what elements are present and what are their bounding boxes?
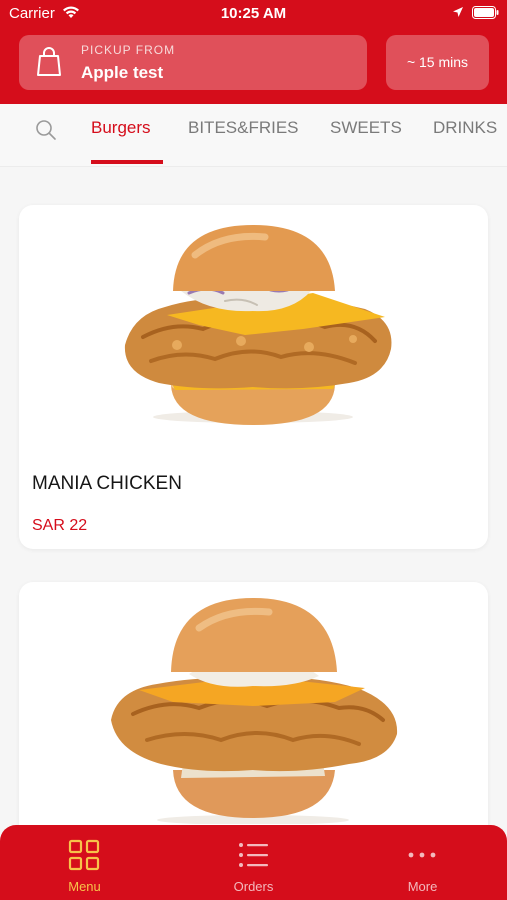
grid-icon: [68, 839, 100, 871]
tab-bar-orders-label: Orders: [233, 879, 274, 894]
bottom-tab-bar: Menu Orders More: [0, 825, 507, 900]
tab-bar-menu-label: Menu: [68, 879, 101, 894]
list-icon: [239, 843, 268, 867]
tab-burgers[interactable]: Burgers: [91, 118, 151, 138]
pickup-label: PICKUP FROM: [81, 43, 176, 57]
search-icon[interactable]: [34, 118, 58, 142]
tab-bar-orders[interactable]: Orders: [169, 825, 338, 900]
tab-bar-more-label: More: [407, 879, 438, 894]
tab-sweets[interactable]: SWEETS: [330, 118, 402, 138]
pickup-time-button[interactable]: ~ 15 mins: [386, 35, 489, 90]
tab-bites-fries[interactable]: BITES&FRIES: [188, 118, 299, 138]
status-time: 10:25 AM: [220, 5, 287, 22]
product-card[interactable]: MANIA CHICKEN SAR 22: [19, 205, 488, 549]
pickup-location-selector[interactable]: PICKUP FROM Apple test: [19, 35, 367, 90]
battery-icon: [472, 6, 499, 19]
product-name: MANIA CHICKEN: [32, 473, 182, 494]
tab-drinks[interactable]: DRINKS: [433, 118, 497, 138]
active-tab-indicator: [91, 160, 163, 164]
status-bar: Carrier 10:25 AM: [0, 0, 507, 28]
dots-icon: [408, 852, 436, 858]
pickup-store-name: Apple test: [81, 63, 164, 82]
product-price: SAR 22: [32, 517, 88, 534]
tab-bar-menu[interactable]: Menu: [0, 825, 169, 900]
chicken-burger-image: [111, 598, 398, 824]
chicken-burger-image: [124, 225, 392, 425]
location-arrow-icon: [453, 7, 463, 17]
shopping-bag-icon: [37, 47, 61, 76]
tab-bar-more[interactable]: More: [338, 825, 507, 900]
app-header: Carrier 10:25 AM PICKUP FROM Apple test …: [0, 0, 507, 104]
category-tabs: Burgers BITES&FRIES SWEETS DRINKS: [0, 104, 507, 167]
